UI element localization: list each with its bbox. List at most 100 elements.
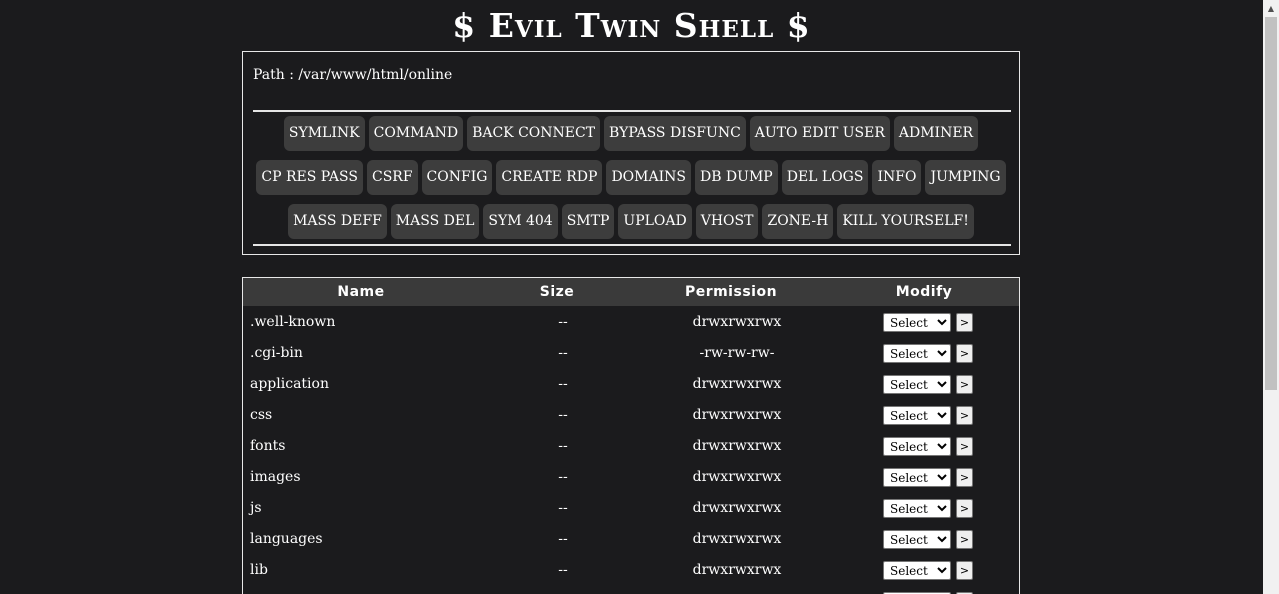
modify-go-button[interactable]: > xyxy=(956,406,973,425)
upload-button[interactable]: UPLOAD xyxy=(618,204,692,239)
file-permission[interactable]: drwxrwxrwx xyxy=(627,307,847,338)
divider-top xyxy=(253,110,1011,112)
auto-edit-user-button[interactable]: AUTO EDIT USER xyxy=(749,116,890,151)
file-name-link[interactable]: fonts xyxy=(250,431,470,462)
table-row: fonts -- drwxrwxrwx Select > xyxy=(243,431,1019,462)
table-row: languages -- drwxrwxrwx Select > xyxy=(243,524,1019,555)
file-table: Name Size Permission Modify .well-known -… xyxy=(242,277,1020,594)
header-size: Size xyxy=(539,284,575,300)
file-name-link[interactable]: languages xyxy=(250,524,470,555)
file-size: -- xyxy=(558,345,568,361)
file-permission[interactable]: -rw-rw-rw- xyxy=(627,338,847,369)
adminer-button[interactable]: ADMINER xyxy=(893,116,979,151)
modify-go-button[interactable]: > xyxy=(956,468,973,487)
path-segment-online[interactable]: online xyxy=(409,67,453,83)
modify-select[interactable]: Select xyxy=(883,468,951,487)
path-segment-var[interactable]: var xyxy=(303,67,326,83)
path-segment-html[interactable]: html xyxy=(371,67,403,83)
scroll-up-arrow-icon[interactable]: ▲ xyxy=(1263,0,1279,17)
divider-bottom xyxy=(253,244,1011,246)
del-logs-button[interactable]: DEL LOGS xyxy=(781,160,869,195)
path-label: Path : xyxy=(253,67,294,83)
file-name-link[interactable]: .cgi-bin xyxy=(250,338,470,369)
modify-select[interactable]: Select xyxy=(883,530,951,549)
path-segment-www[interactable]: www xyxy=(331,67,367,83)
table-row: .cgi-bin -- -rw-rw-rw- Select > xyxy=(243,338,1019,369)
file-name-link[interactable]: images xyxy=(250,462,470,493)
file-size: -- xyxy=(558,500,568,516)
file-name-link[interactable]: .well-known xyxy=(250,307,470,338)
file-permission[interactable]: drwxrwxrwx xyxy=(627,524,847,555)
back-connect-button[interactable]: BACK CONNECT xyxy=(467,116,601,151)
vhost-button[interactable]: VHOST xyxy=(695,204,759,239)
modify-go-button[interactable]: > xyxy=(956,561,973,580)
command-button[interactable]: COMMAND xyxy=(368,116,464,151)
file-name-link[interactable]: lib xyxy=(250,555,470,586)
file-permission[interactable]: drwxrwxrwx xyxy=(627,462,847,493)
mass-deff-button[interactable]: MASS DEFF xyxy=(288,204,387,239)
smtp-button[interactable]: SMTP xyxy=(561,204,615,239)
path-links: /var/www/html/online xyxy=(298,67,452,83)
file-permission[interactable] xyxy=(627,586,847,594)
menu-row-1: SYMLINK COMMAND BACK CONNECT BYPASS DISF… xyxy=(243,116,1019,151)
table-row: css -- drwxrwxrwx Select > xyxy=(243,400,1019,431)
modify-select[interactable]: Select xyxy=(883,561,951,580)
file-size: -- xyxy=(558,314,568,330)
table-row: lib -- drwxrwxrwx Select > xyxy=(243,555,1019,586)
sym-404-button[interactable]: SYM 404 xyxy=(483,204,558,239)
create-rdp-button[interactable]: CREATE RDP xyxy=(496,160,603,195)
file-name-link[interactable]: application xyxy=(250,369,470,400)
modify-select[interactable]: Select xyxy=(883,344,951,363)
table-header: Name Size Permission Modify xyxy=(243,278,1019,306)
mass-del-button[interactable]: MASS DEL xyxy=(390,204,480,239)
db-dump-button[interactable]: DB DUMP xyxy=(694,160,778,195)
config-button[interactable]: CONFIG xyxy=(421,160,493,195)
vertical-scrollbar[interactable]: ▲ xyxy=(1263,0,1279,594)
header-permission: Permission xyxy=(684,284,778,300)
file-size: -- xyxy=(558,376,568,392)
file-permission[interactable]: drwxrwxrwx xyxy=(627,431,847,462)
file-permission[interactable]: drwxrwxrwx xyxy=(627,493,847,524)
file-name-link[interactable]: css xyxy=(250,400,470,431)
modify-select[interactable]: Select xyxy=(883,406,951,425)
kill-yourself-button[interactable]: KILL YOURSELF! xyxy=(837,204,974,239)
page: $ Evil Twin Shell $ Path : /var/www/html… xyxy=(0,0,1263,594)
tools-panel: Path : /var/www/html/online SYMLINK COMM… xyxy=(242,51,1020,255)
table-row: application -- drwxrwxrwx Select > xyxy=(243,369,1019,400)
menu-row-2: CP RES PASS CSRF CONFIG CREATE RDP DOMAI… xyxy=(243,160,1019,195)
file-size: -- xyxy=(558,407,568,423)
csrf-button[interactable]: CSRF xyxy=(366,160,418,195)
bypass-disfunc-button[interactable]: BYPASS DISFUNC xyxy=(604,116,746,151)
table-row: Select> xyxy=(243,586,1019,594)
browser-viewport: $ Evil Twin Shell $ Path : /var/www/html… xyxy=(0,0,1279,594)
header-modify: Modify xyxy=(895,284,953,300)
zone-h-button[interactable]: ZONE-H xyxy=(762,204,834,239)
file-permission[interactable]: drwxrwxrwx xyxy=(627,400,847,431)
header-name: Name xyxy=(337,284,385,300)
modify-select[interactable]: Select xyxy=(883,437,951,456)
file-name-link[interactable]: js xyxy=(250,493,470,524)
domains-button[interactable]: DOMAINS xyxy=(606,160,691,195)
table-row: .well-known -- drwxrwxrwx Select > xyxy=(243,307,1019,338)
modify-select[interactable]: Select xyxy=(883,375,951,394)
modify-go-button[interactable]: > xyxy=(956,437,973,456)
modify-select[interactable]: Select xyxy=(883,499,951,518)
modify-go-button[interactable]: > xyxy=(956,499,973,518)
file-size: -- xyxy=(558,562,568,578)
file-name-link[interactable] xyxy=(250,586,470,594)
file-permission[interactable]: drwxrwxrwx xyxy=(627,369,847,400)
modify-go-button[interactable]: > xyxy=(956,344,973,363)
modify-go-button[interactable]: > xyxy=(956,530,973,549)
info-button[interactable]: INFO xyxy=(872,160,922,195)
symlink-button[interactable]: SYMLINK xyxy=(283,116,365,151)
table-row: js -- drwxrwxrwx Select > xyxy=(243,493,1019,524)
file-permission[interactable]: drwxrwxrwx xyxy=(627,555,847,586)
modify-select[interactable]: Select xyxy=(883,313,951,332)
modify-go-button[interactable]: > xyxy=(956,313,973,332)
jumping-button[interactable]: JUMPING xyxy=(925,160,1006,195)
cp-res-pass-button[interactable]: CP RES PASS xyxy=(256,160,363,195)
menu-row-3: MASS DEFF MASS DEL SYM 404 SMTP UPLOAD V… xyxy=(243,204,1019,239)
current-path: Path : /var/www/html/online xyxy=(253,67,452,83)
modify-go-button[interactable]: > xyxy=(956,375,973,394)
scroll-thumb[interactable] xyxy=(1265,17,1277,390)
